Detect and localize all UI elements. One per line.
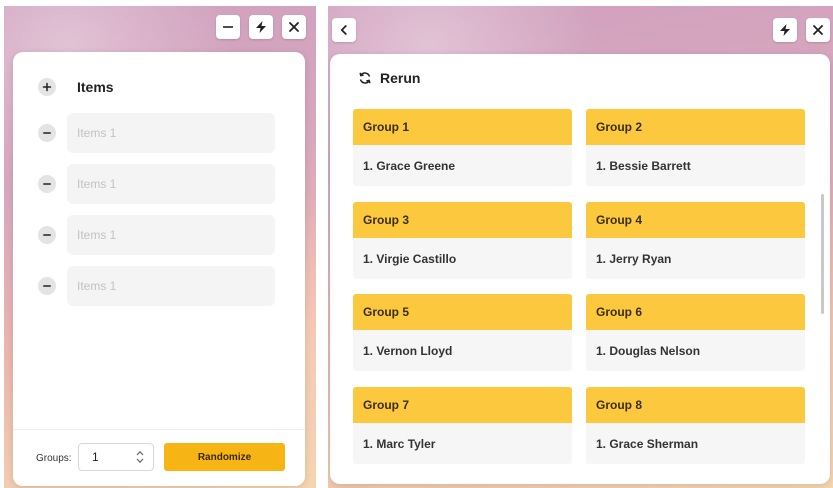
lightning-icon	[256, 21, 266, 33]
remove-item-button[interactable]	[38, 124, 56, 142]
chevron-down-icon[interactable]	[135, 458, 145, 464]
rerun-button[interactable]: Rerun	[358, 70, 420, 86]
results-card: Rerun Group 1 1. Grace Greene Group 2 1.…	[330, 54, 830, 484]
item-row	[38, 215, 275, 255]
group-member: 1. Grace Greene	[363, 158, 456, 173]
close-button[interactable]	[282, 15, 306, 39]
minus-icon	[43, 132, 51, 134]
items-header: Items	[38, 78, 114, 96]
minus-icon	[43, 234, 51, 236]
remove-item-button[interactable]	[38, 226, 56, 244]
chevron-up-icon[interactable]	[135, 450, 145, 456]
items-card: Items Items 1 Items 1 Items 1 Items 1 Gr…	[13, 52, 305, 486]
group-card: Group 8 1. Grace Sherman	[586, 387, 805, 464]
back-button[interactable]	[332, 18, 356, 42]
group-title: Group 4	[586, 202, 805, 238]
groups-stepper[interactable]: 1	[78, 443, 154, 471]
group-member: 1. Douglas Nelson	[596, 343, 701, 358]
group-member: 1. Bessie Barrett	[596, 158, 691, 173]
group-title: Group 5	[353, 294, 572, 330]
group-title: Group 7	[353, 387, 572, 423]
group-title: Group 3	[353, 202, 572, 238]
remove-item-button[interactable]	[38, 277, 56, 295]
close-icon	[289, 22, 299, 32]
group-member: 1. Virgie Castillo	[363, 251, 457, 266]
refresh-icon	[359, 72, 371, 84]
groups-label: Groups:	[36, 453, 72, 464]
item-input[interactable]	[67, 113, 275, 153]
add-item-button[interactable]	[38, 78, 56, 96]
stepper-arrows	[133, 450, 147, 464]
scrollbar[interactable]	[821, 194, 824, 314]
group-title: Group 1	[353, 109, 572, 145]
item-input[interactable]	[67, 266, 275, 306]
rerun-label: Rerun	[380, 70, 421, 86]
snap-button[interactable]	[773, 18, 797, 42]
group-card: Group 5 1. Vernon Lloyd	[353, 294, 572, 371]
group-card: Group 6 1. Douglas Nelson	[586, 294, 805, 371]
randomize-button[interactable]: Randomize	[164, 443, 285, 471]
group-member: 1. Marc Tyler	[363, 436, 436, 451]
group-card: Group 1 1. Grace Greene	[353, 109, 572, 186]
item-row	[38, 164, 275, 204]
snap-button[interactable]	[249, 15, 273, 39]
group-title: Group 2	[586, 109, 805, 145]
results-panel: Rerun Group 1 1. Grace Greene Group 2 1.…	[328, 6, 833, 488]
item-input[interactable]	[67, 164, 275, 204]
group-title: Group 8	[586, 387, 805, 423]
minus-icon	[43, 285, 51, 287]
group-card: Group 3 1. Virgie Castillo	[353, 202, 572, 279]
minus-icon	[223, 26, 233, 28]
footer-bar: Groups: 1 Randomize	[13, 429, 305, 486]
close-button[interactable]	[806, 18, 830, 42]
item-input[interactable]	[67, 215, 275, 255]
scrollbar-thumb[interactable]	[821, 194, 824, 314]
group-card: Group 4 1. Jerry Ryan	[586, 202, 805, 279]
group-card: Group 2 1. Bessie Barrett	[586, 109, 805, 186]
items-panel: Items Items 1 Items 1 Items 1 Items 1 Gr…	[4, 6, 316, 488]
plus-icon	[42, 82, 52, 92]
items-title: Items	[77, 79, 114, 95]
group-title: Group 6	[586, 294, 805, 330]
chevron-left-icon	[340, 25, 347, 35]
minimize-button[interactable]	[216, 15, 240, 39]
remove-item-button[interactable]	[38, 175, 56, 193]
group-member: 1. Grace Sherman	[596, 436, 699, 451]
lightning-icon	[780, 24, 790, 36]
close-icon	[813, 25, 823, 35]
group-member: 1. Jerry Ryan	[596, 251, 672, 266]
item-row	[38, 266, 275, 306]
minus-icon	[43, 183, 51, 185]
group-member: 1. Vernon Lloyd	[363, 343, 453, 358]
item-row	[38, 113, 275, 153]
group-card: Group 7 1. Marc Tyler	[353, 387, 572, 464]
groups-value: 1	[92, 450, 99, 464]
